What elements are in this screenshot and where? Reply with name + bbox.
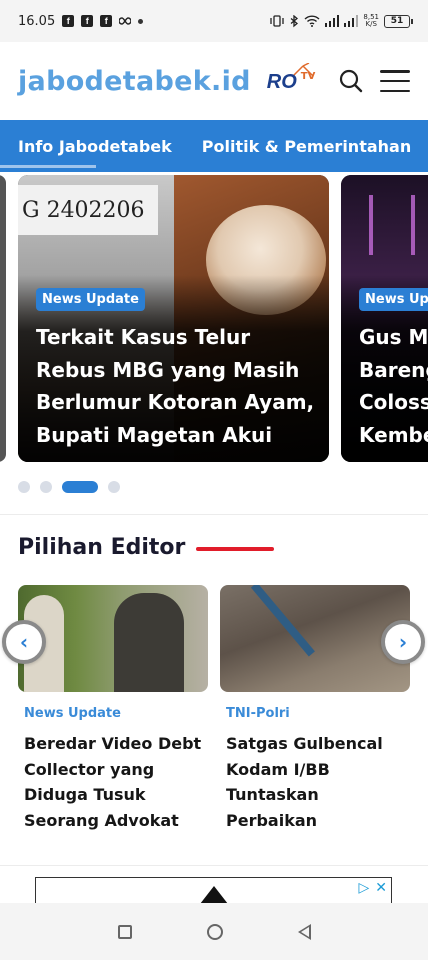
carousel-prev-button[interactable]: ‹ (2, 620, 46, 664)
image-label-text: G 2402206 (18, 185, 158, 235)
close-icon[interactable]: ✕ (375, 880, 387, 896)
system-nav-bar (0, 903, 428, 960)
nav-item-politik[interactable]: Politik & Pemerintahan (202, 137, 411, 156)
section-divider (0, 865, 428, 866)
pagination-dot[interactable] (108, 481, 120, 493)
category-badge[interactable]: News Update (36, 288, 145, 311)
search-button[interactable] (336, 66, 366, 96)
vibrate-icon (270, 15, 285, 27)
pagination-dot-active[interactable] (62, 481, 98, 493)
search-icon (339, 69, 363, 93)
slider-pagination (18, 481, 120, 493)
pagination-dot[interactable] (40, 481, 52, 493)
headline-slider[interactable]: G 2402206 News Update Terkait Kasus Telu… (0, 172, 428, 462)
chevron-right-icon: › (398, 630, 408, 654)
nav-item-info-jabodetabek[interactable]: Info Jabodetabek (18, 137, 172, 156)
back-icon[interactable] (297, 923, 311, 940)
category-badge[interactable]: News Upd (359, 288, 428, 311)
chevron-left-icon: ‹ (19, 630, 29, 654)
battery-icon: 51 (384, 14, 413, 28)
home-icon[interactable] (206, 923, 223, 940)
section-divider (0, 514, 428, 515)
status-bar: 16.05 f f f 8,51 K/S 51 (0, 0, 428, 42)
adchoices-icon[interactable]: ▷ (358, 880, 369, 896)
ad-logo-icon (200, 886, 228, 903)
bluetooth-icon (290, 14, 299, 27)
clock: 16.05 (18, 13, 56, 29)
recent-apps-icon[interactable] (117, 924, 132, 939)
editor-card[interactable]: News Update Beredar Video Debt Collector… (18, 585, 208, 833)
infinity-icon (119, 17, 132, 25)
editor-card-title[interactable]: Satgas Gulbencal Kodam I/BB Tuntaskan Pe… (226, 731, 410, 833)
slide-previous[interactable] (0, 175, 6, 462)
wifi-icon (304, 15, 320, 27)
signal-icon (325, 15, 340, 27)
signal-icon (344, 15, 359, 27)
facebook-icon: f (81, 15, 94, 27)
notification-dot-icon (138, 18, 144, 24)
editor-card-image[interactable] (18, 585, 208, 692)
slide-title[interactable]: Gus Mi Bareng Coloss Kembe (359, 321, 428, 451)
site-header: jabodetabek.id RO TV (0, 42, 428, 120)
editor-card-category[interactable]: News Update (24, 706, 208, 721)
section-accent-line (196, 547, 274, 551)
rotv-logo[interactable]: RO TV (267, 63, 323, 99)
carousel-next-button[interactable]: › (381, 620, 425, 664)
pagination-dot[interactable] (18, 481, 30, 493)
facebook-icon: f (62, 15, 75, 27)
ad-banner[interactable]: ▷ ✕ (35, 877, 392, 903)
slide-card-next[interactable]: News Upd Gus Mi Bareng Coloss Kembe (341, 175, 428, 462)
facebook-icon: f (100, 15, 113, 27)
slide-card[interactable]: G 2402206 News Update Terkait Kasus Telu… (18, 175, 329, 462)
editor-card-title[interactable]: Beredar Video Debt Collector yang Diduga… (24, 731, 208, 833)
section-title: Pilihan Editor (18, 535, 186, 560)
slide-title[interactable]: Terkait Kasus Telur Rebus MBG yang Masih… (36, 321, 321, 451)
editor-card-category[interactable]: TNI-Polri (226, 706, 410, 721)
site-logo[interactable]: jabodetabek.id (18, 66, 251, 97)
editor-card[interactable]: TNI-Polri Satgas Gulbencal Kodam I/BB Tu… (220, 585, 410, 833)
network-speed: 8,51 K/S (363, 13, 379, 28)
category-nav: Info Jabodetabek Politik & Pemerintahan (0, 120, 428, 172)
nav-scroll-indicator (0, 165, 96, 168)
hamburger-menu-icon[interactable] (380, 66, 410, 96)
